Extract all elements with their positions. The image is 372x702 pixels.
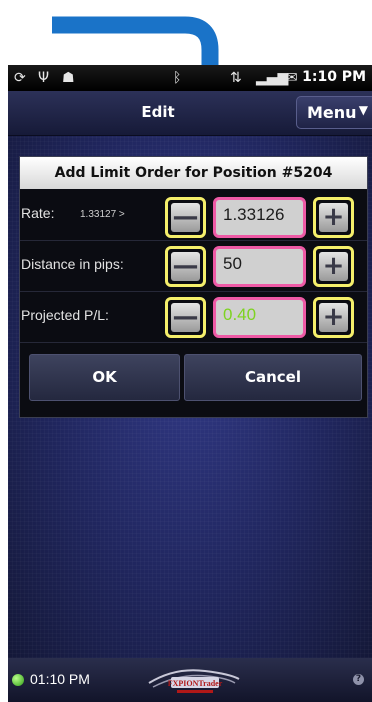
pl-input[interactable]: 0.40 [213,297,306,338]
title-bar: Edit Menu ▼ [8,91,372,136]
page-title: Edit [141,103,175,121]
pl-value: 0.40 [223,305,257,324]
usb-icon: Ψ [38,70,50,86]
phone-screen: ⟳ Ψ ☗ ᛒ ⇅ ▂▄▆ ✉ 1:10 PM Edit Menu ▼ Add … [8,65,372,702]
distance-label: Distance in pips: [21,256,124,272]
rate-plus-button[interactable]: + [313,197,354,238]
bluetooth-icon: ᛒ [173,70,182,86]
logo-text: FXPIONTrader [168,679,223,688]
cancel-button[interactable]: Cancel [184,354,362,401]
rate-row: Rate: 1.33127 > — 1.33126 + [20,190,367,241]
pl-minus-button[interactable]: — [165,297,206,338]
distance-plus-button[interactable]: + [313,246,354,287]
signal-icon: ▂▄▆ [256,70,289,86]
menu-label: Menu [307,103,357,122]
plus-icon: + [319,303,348,332]
distance-row: Distance in pips: — 50 + [20,241,367,292]
plus-icon: + [319,252,348,281]
limit-order-dialog: Add Limit Order for Position #5204 Rate:… [19,156,368,418]
current-rate-link[interactable]: 1.33127 > [80,209,125,220]
pl-plus-button[interactable]: + [313,297,354,338]
distance-input[interactable]: 50 [213,246,306,287]
menu-button[interactable]: Menu ▼ [296,96,372,129]
sync-icon: ⟳ [14,70,26,86]
rate-value: 1.33126 [223,205,285,224]
fxpion-trader-logo: FXPIONTrader [148,669,240,693]
help-icon[interactable]: ? [353,674,364,685]
rate-minus-button[interactable]: — [165,197,206,238]
message-icon: ✉ [286,70,298,86]
bottom-clock: 01:10 PM [30,671,90,687]
data-transfer-icon: ⇅ [230,70,242,86]
android-debug-icon: ☗ [62,70,75,86]
status-bar: ⟳ Ψ ☗ ᛒ ⇅ ▂▄▆ ✉ 1:10 PM [8,65,372,91]
pl-label: Projected P/L: [21,307,109,323]
bottom-bar: 01:10 PM FXPIONTrader ? [8,658,372,702]
dialog-title: Add Limit Order for Position #5204 [20,157,367,189]
connection-status-icon [12,674,24,686]
content-area: Add Limit Order for Position #5204 Rate:… [8,136,372,658]
plus-icon: + [319,203,348,232]
distance-minus-button[interactable]: — [165,246,206,287]
pl-row: Projected P/L: — 0.40 + [20,292,367,343]
minus-icon: — [171,202,200,232]
minus-icon: — [171,251,200,281]
rate-label: Rate: [21,205,55,221]
rate-input[interactable]: 1.33126 [213,197,306,238]
distance-value: 50 [223,254,242,273]
status-time: 1:10 PM [302,69,366,85]
caret-down-icon: ▼ [358,103,368,117]
ok-button[interactable]: OK [29,354,180,401]
minus-icon: — [171,302,200,332]
